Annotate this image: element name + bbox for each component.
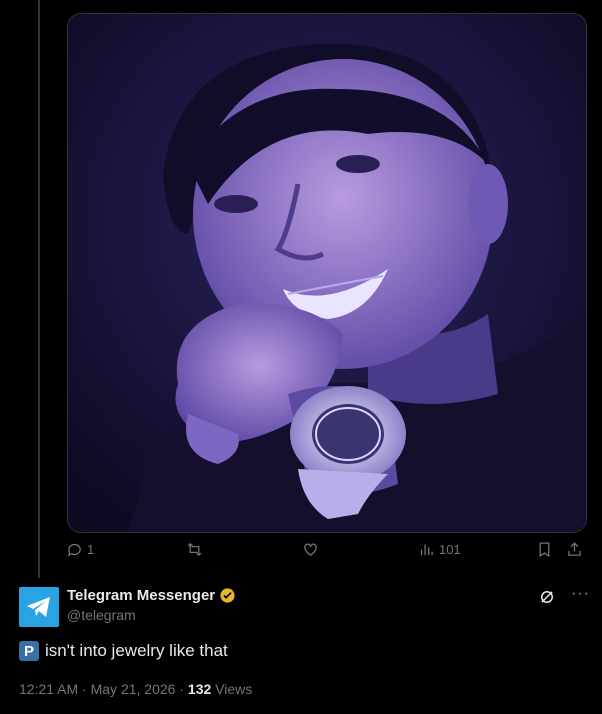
reply-button[interactable]: 1 xyxy=(66,541,94,558)
grok-button[interactable] xyxy=(538,588,556,611)
tweet-photo[interactable] xyxy=(67,13,587,533)
tweet-action-bar: 1 101 xyxy=(60,541,600,565)
tweet-time[interactable]: 12:21 AM xyxy=(19,681,78,697)
more-button[interactable]: ··· xyxy=(571,585,590,603)
views-button[interactable]: 101 xyxy=(418,541,461,558)
retweet-button[interactable] xyxy=(186,541,203,558)
retweet-icon xyxy=(187,542,202,557)
author-handle[interactable]: @telegram xyxy=(67,607,236,623)
like-button[interactable] xyxy=(302,541,319,558)
verified-badge-icon xyxy=(220,588,235,603)
views-total: 132 xyxy=(187,681,212,697)
reply-icon xyxy=(67,543,81,557)
reply-count: 1 xyxy=(87,542,95,557)
views-label: Views xyxy=(215,681,253,697)
author-name-block: Telegram Messenger @telegram xyxy=(67,587,236,623)
share-icon xyxy=(568,542,581,556)
bookmark-button[interactable] xyxy=(536,541,553,558)
p-emoji-icon: P xyxy=(19,641,39,661)
tweet-date[interactable]: May 21, 2026 xyxy=(91,681,176,697)
views-icon xyxy=(420,544,433,556)
tweet-meta: 12:21 AM · May 21, 2026 · 132 Views xyxy=(19,681,252,697)
share-button[interactable] xyxy=(566,541,583,558)
like-icon xyxy=(304,543,317,556)
telegram-logo-icon xyxy=(27,597,50,617)
bookmark-icon xyxy=(539,542,550,558)
meta-separator: · xyxy=(78,681,91,697)
photo-illustration xyxy=(68,14,586,532)
quote-text-body: isn't into jewelry like that xyxy=(45,641,228,660)
author-name-text: Telegram Messenger xyxy=(67,587,216,604)
quote-author-row: Telegram Messenger @telegram ··· xyxy=(19,585,592,630)
author-display-name[interactable]: Telegram Messenger xyxy=(67,587,236,604)
views-count: 101 xyxy=(439,542,461,557)
meta-separator: · xyxy=(175,681,188,697)
more-icon: ··· xyxy=(571,585,590,602)
quote-text: P isn't into jewelry like that xyxy=(19,641,228,661)
avatar[interactable] xyxy=(19,587,59,627)
grok-icon xyxy=(541,591,553,603)
thread-line xyxy=(38,0,40,578)
